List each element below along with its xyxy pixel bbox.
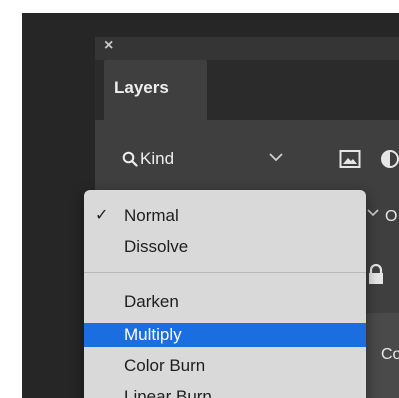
menu-item-darken[interactable]: Darken [84,290,366,314]
opacity-control-peek: O [367,208,397,225]
menu-separator [84,272,366,273]
photoshop-layers-screenshot: × Layers Kind O Co ✓ Normal Dissolve Dar… [0,0,399,398]
menu-item-linear-burn[interactable]: Linear Burn [84,385,366,398]
lock-icon[interactable] [366,264,386,286]
menu-item-color-burn[interactable]: Color Burn [84,354,366,378]
adjustment-filter-icon[interactable] [380,149,399,169]
menu-item-dissolve[interactable]: Dissolve [84,235,366,259]
menu-item-multiply[interactable]: Multiply [84,323,366,347]
menu-item-label: Normal [124,206,179,225]
kind-filter-label: Kind [140,149,175,168]
opacity-peek-text: O [385,208,397,225]
blend-mode-menu: ✓ Normal Dissolve Darken Multiply Color … [84,190,366,398]
tab-layers-label: Layers [114,78,169,97]
panel-close-button[interactable]: × [104,36,113,56]
image-filter-icon[interactable] [339,149,361,169]
menu-item-label: Linear Burn [124,387,212,398]
menu-item-normal[interactable]: ✓ Normal [84,204,366,228]
search-icon [122,151,138,167]
menu-item-label: Color Burn [124,356,206,375]
menu-item-label: Dissolve [124,237,189,256]
menu-item-label: Darken [124,292,179,311]
chevron-down-icon [269,153,283,162]
layer-name-peek: Co [381,346,399,363]
menu-item-label: Multiply [124,325,182,344]
checkmark-icon: ✓ [95,207,109,224]
